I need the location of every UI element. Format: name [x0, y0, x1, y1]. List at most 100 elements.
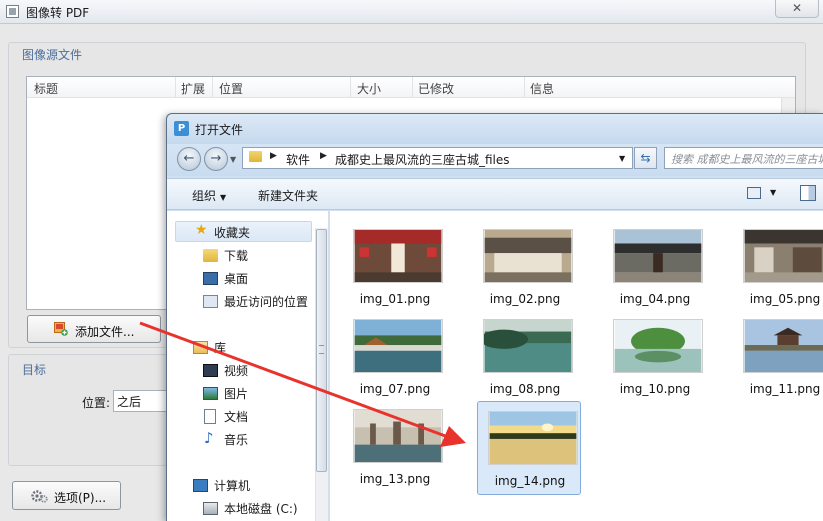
- breadcrumb-item-current-folder[interactable]: 成都史上最风流的三座古城_files: [335, 151, 510, 168]
- app-icon: [6, 5, 19, 18]
- file-name: img_11.png: [749, 382, 821, 396]
- source-files-list-header: 标题 扩展 位置 大小 已修改 信息: [27, 77, 795, 98]
- position-label: 位置:: [82, 396, 111, 410]
- close-button[interactable]: ✕: [775, 0, 819, 18]
- libraries-icon: [193, 341, 208, 354]
- downloads-folder-icon: [203, 249, 218, 262]
- dialog-title-bar: [167, 114, 823, 144]
- app-title: 图像转 PDF: [26, 6, 90, 20]
- nav-item-downloads[interactable]: 下载: [224, 247, 248, 264]
- add-files-label: 添加文件...: [75, 325, 135, 339]
- nav-item-desktop[interactable]: 桌面: [224, 270, 248, 287]
- column-header-extension[interactable]: 扩展: [181, 80, 205, 97]
- app-title-bar: [0, 0, 823, 24]
- nav-item-libraries[interactable]: 库: [214, 339, 226, 356]
- add-image-icon: [54, 322, 68, 336]
- image-thumbnail: [743, 229, 823, 283]
- image-thumbnail: [353, 409, 443, 463]
- image-thumbnail: [613, 229, 703, 283]
- file-item[interactable]: img_01.png: [343, 220, 447, 314]
- recent-places-icon: [203, 295, 218, 308]
- chevron-down-icon: ▼: [220, 193, 227, 202]
- options-label: 选项(P)...: [54, 491, 107, 505]
- file-name: img_01.png: [359, 292, 431, 306]
- image-thumbnail: [353, 319, 443, 373]
- view-options-dropdown-icon[interactable]: ▼: [770, 188, 776, 197]
- forward-button[interactable]: →: [204, 147, 228, 171]
- breadcrumb-chevron-icon[interactable]: ▶: [320, 151, 327, 161]
- column-divider[interactable]: [212, 77, 213, 98]
- change-view-icon[interactable]: [747, 187, 761, 199]
- organize-label: 组织: [192, 189, 217, 203]
- image-thumbnail: [613, 319, 703, 373]
- file-name: img_02.png: [489, 292, 561, 306]
- image-thumbnail: [483, 229, 573, 283]
- documents-library-icon: [204, 409, 216, 424]
- nav-item-favorites[interactable]: 收藏夹: [214, 224, 250, 241]
- back-button[interactable]: ←: [177, 147, 201, 171]
- desktop-icon: [203, 272, 218, 285]
- breadcrumb-chevron-icon[interactable]: ▶: [270, 151, 277, 161]
- scrollbar-grip: [319, 345, 324, 354]
- file-name: img_14.png: [494, 474, 566, 488]
- recent-locations-dropdown[interactable]: ▼: [230, 155, 236, 164]
- file-item[interactable]: img_02.png: [473, 220, 577, 314]
- nav-item-recent-places[interactable]: 最近访问的位置: [224, 293, 308, 310]
- breadcrumb-item-software[interactable]: 软件: [286, 151, 310, 168]
- nav-item-computer[interactable]: 计算机: [214, 477, 250, 494]
- file-name: img_04.png: [619, 292, 691, 306]
- file-item[interactable]: img_13.png: [343, 400, 447, 494]
- column-header-size[interactable]: 大小: [357, 80, 381, 97]
- column-divider[interactable]: [524, 77, 525, 98]
- preview-pane-button[interactable]: [800, 185, 816, 201]
- image-thumbnail: [483, 319, 573, 373]
- forward-arrow-icon: →: [210, 151, 222, 166]
- nav-item-documents[interactable]: 文档: [224, 408, 248, 425]
- column-header-info[interactable]: 信息: [530, 80, 554, 97]
- refresh-icon: ⇆: [640, 151, 651, 165]
- dialog-title: 打开文件: [195, 123, 244, 137]
- file-name: img_10.png: [619, 382, 691, 396]
- column-header-modified[interactable]: 已修改: [418, 80, 454, 97]
- organize-menu[interactable]: 组织 ▼: [192, 187, 226, 204]
- position-select[interactable]: 之后: [113, 390, 168, 412]
- file-name: img_05.png: [749, 292, 821, 306]
- star-icon: ★: [195, 222, 208, 238]
- column-header-title[interactable]: 标题: [34, 80, 58, 97]
- pdf-app-icon: P: [174, 121, 189, 136]
- image-thumbnail: [743, 319, 823, 373]
- computer-icon: [193, 479, 208, 492]
- address-dropdown-icon[interactable]: ▼: [619, 154, 625, 163]
- music-note-icon: ♪: [204, 429, 214, 447]
- nav-item-local-disk[interactable]: 本地磁盘 (C:): [224, 500, 298, 517]
- column-divider[interactable]: [412, 77, 413, 98]
- column-header-location[interactable]: 位置: [219, 80, 243, 97]
- image-thumbnail: [353, 229, 443, 283]
- add-files-button[interactable]: 添加文件...: [27, 315, 161, 343]
- refresh-button[interactable]: ⇆: [634, 147, 657, 169]
- options-button[interactable]: 选项(P)...: [12, 481, 121, 510]
- file-name: img_13.png: [359, 472, 431, 486]
- file-item[interactable]: img_11.png: [733, 310, 823, 404]
- file-item[interactable]: img_10.png: [603, 310, 707, 404]
- column-divider[interactable]: [350, 77, 351, 98]
- source-files-group-title: 图像源文件: [22, 48, 83, 62]
- file-item[interactable]: img_08.png: [473, 310, 577, 404]
- file-item[interactable]: img_05.png: [733, 220, 823, 314]
- file-item[interactable]: img_04.png: [603, 220, 707, 314]
- folder-icon: [249, 151, 262, 162]
- local-disk-icon: [203, 502, 218, 515]
- file-item[interactable]: img_07.png: [343, 310, 447, 404]
- file-name: img_07.png: [359, 382, 431, 396]
- nav-item-music[interactable]: 音乐: [224, 431, 248, 448]
- file-name: img_08.png: [489, 382, 561, 396]
- nav-item-pictures[interactable]: 图片: [224, 385, 248, 402]
- search-input[interactable]: 搜索 成都史上最风流的三座古城_files: [664, 147, 823, 169]
- video-library-icon: [203, 364, 218, 377]
- new-folder-button[interactable]: 新建文件夹: [258, 187, 318, 204]
- gears-icon: [31, 490, 48, 503]
- back-arrow-icon: ←: [183, 151, 195, 166]
- file-item[interactable]: img_14.png: [477, 401, 581, 495]
- nav-item-videos[interactable]: 视频: [224, 362, 248, 379]
- column-divider[interactable]: [175, 77, 176, 98]
